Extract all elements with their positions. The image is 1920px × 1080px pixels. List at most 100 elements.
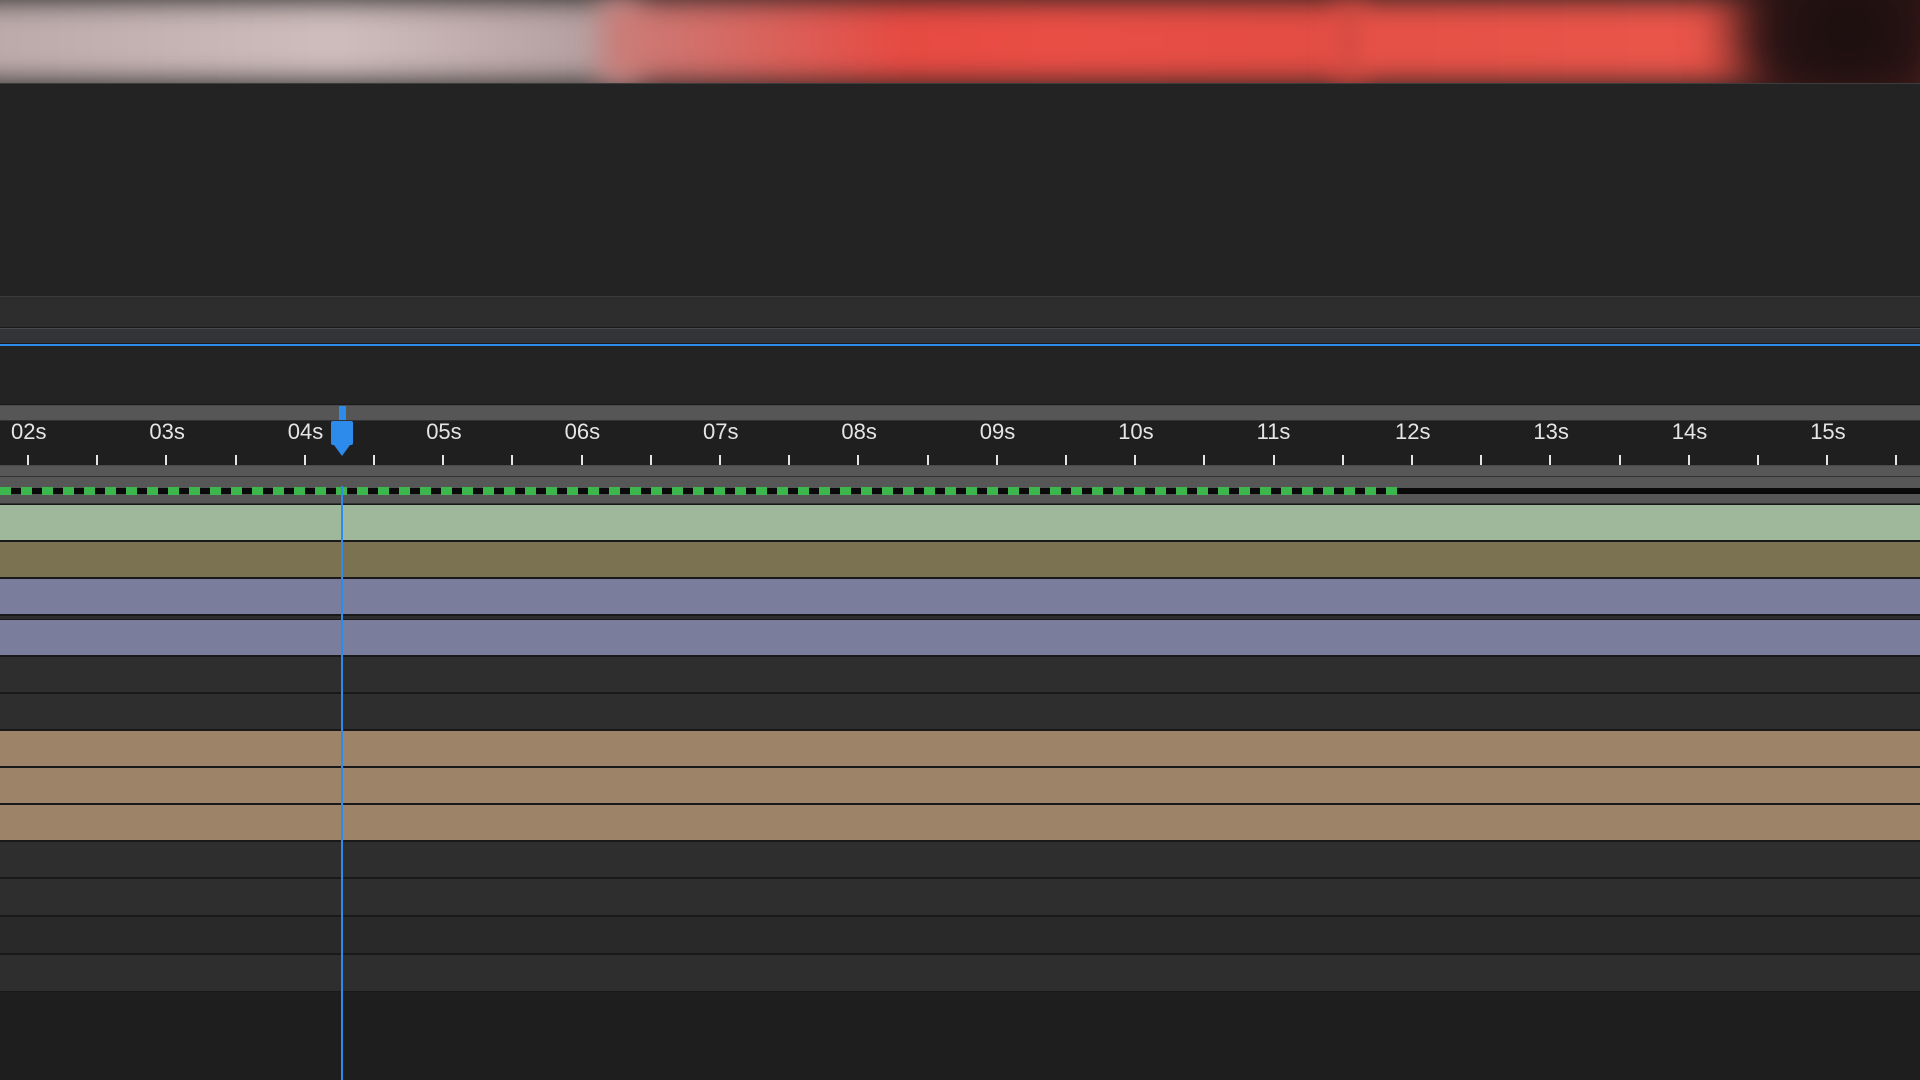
- ruler-subtick: [1895, 455, 1897, 465]
- ruler-subtick: [1757, 455, 1759, 465]
- preview-blur-segment: [0, 0, 640, 83]
- ruler-tick-label: 11s: [1257, 419, 1291, 444]
- ruler-tick: 12s: [1395, 421, 1430, 465]
- ruler-tick: 11s: [1257, 421, 1291, 465]
- cache-frame-dash: [1050, 487, 1061, 495]
- track-row[interactable]: [0, 916, 1920, 954]
- ruler-body[interactable]: 02s03s04s05s06s07s08s09s10s11s12s13s14s1…: [0, 421, 1920, 466]
- work-area-bar[interactable]: [0, 344, 1920, 405]
- ruler-tick-label: 12s: [1395, 419, 1430, 444]
- cache-frame-dash: [1113, 487, 1124, 495]
- cache-frame-dash: [777, 487, 788, 495]
- cache-frame-dash: [504, 487, 515, 495]
- track-row[interactable]: [0, 730, 1920, 767]
- cache-frame-dash: [672, 487, 683, 495]
- playhead-line[interactable]: [341, 486, 343, 1080]
- ruler-tick: 07s: [703, 421, 738, 465]
- cache-frame-dash: [1197, 487, 1208, 495]
- cache-frame-dash: [210, 487, 221, 495]
- cache-frame-dash: [1302, 487, 1313, 495]
- timeline: [0, 328, 1920, 405]
- track-row[interactable]: [0, 693, 1920, 730]
- cache-frame-dash: [357, 487, 368, 495]
- cache-frame-dash: [441, 487, 452, 495]
- cache-band: [0, 488, 1920, 494]
- ruler-subtick: [235, 455, 237, 465]
- render-cache-indicator: [0, 476, 1920, 504]
- cache-frame-dash: [819, 487, 830, 495]
- cache-frame-dash: [231, 487, 242, 495]
- ruler-subtick: [650, 455, 652, 465]
- cache-frame-dash: [840, 487, 851, 495]
- cache-frame-dash: [462, 487, 473, 495]
- ruler-subtick: [511, 455, 513, 465]
- playhead-handle[interactable]: [331, 421, 353, 445]
- cache-frame-dash: [1239, 487, 1250, 495]
- playhead-stub-icon: [339, 406, 346, 420]
- track-row[interactable]: [0, 841, 1920, 878]
- cache-frame-dash: [1365, 487, 1376, 495]
- track-row[interactable]: [0, 619, 1920, 656]
- track-row[interactable]: [0, 804, 1920, 841]
- ruler-tick-label: 06s: [565, 419, 600, 444]
- cache-frame-dash: [147, 487, 158, 495]
- cache-frame-dash: [1281, 487, 1292, 495]
- cache-frame-dash: [588, 487, 599, 495]
- ruler-subtick: [373, 455, 375, 465]
- track-row[interactable]: [0, 656, 1920, 693]
- cache-frame-dash: [21, 487, 32, 495]
- ruler-tick: 08s: [841, 421, 876, 465]
- ruler-subtick: [96, 455, 98, 465]
- track-row[interactable]: [0, 541, 1920, 578]
- cache-frame-dash: [924, 487, 935, 495]
- cache-frame-dash: [1029, 487, 1040, 495]
- ruler-tick-label: 14s: [1672, 419, 1707, 444]
- cache-frame-dash: [1008, 487, 1019, 495]
- ruler-subtick: [1203, 455, 1205, 465]
- cache-frame-dash: [105, 487, 116, 495]
- cache-frame-dash: [1344, 487, 1355, 495]
- cache-frame-dash: [1134, 487, 1145, 495]
- time-ruler[interactable]: 02s03s04s05s06s07s08s09s10s11s12s13s14s1…: [0, 405, 1920, 476]
- cache-frame-dash: [399, 487, 410, 495]
- ruler-subtick: [1065, 455, 1067, 465]
- preview-blur-segment: [600, 0, 1360, 83]
- timeline-tracks[interactable]: [0, 504, 1920, 992]
- track-row[interactable]: [0, 578, 1920, 615]
- cache-frame-dash: [714, 487, 725, 495]
- ruler-tick-label: 05s: [426, 419, 461, 444]
- cache-frame-dash: [1260, 487, 1271, 495]
- ruler-tick-label: 10s: [1118, 419, 1153, 444]
- cache-frame-dash: [882, 487, 893, 495]
- ruler-tick-label: 07s: [703, 419, 738, 444]
- cache-frame-dash: [945, 487, 956, 495]
- ruler-tick-label: 15s: [1810, 419, 1845, 444]
- ruler-subtick: [1342, 455, 1344, 465]
- cache-frame-dash: [294, 487, 305, 495]
- cache-frame-dash: [567, 487, 578, 495]
- cache-frame-dash: [609, 487, 620, 495]
- preview-thumbnail-strip: [0, 0, 1920, 83]
- ruler-subtick: [1619, 455, 1621, 465]
- cache-frame-dash: [483, 487, 494, 495]
- cache-frame-dash: [1218, 487, 1229, 495]
- cache-frame-dash: [1323, 487, 1334, 495]
- track-row[interactable]: [0, 504, 1920, 541]
- ruler-tick-label: 13s: [1533, 419, 1568, 444]
- cache-frame-dash: [378, 487, 389, 495]
- cache-frame-dash: [84, 487, 95, 495]
- panel-band: [0, 296, 1920, 328]
- cache-frame-dash: [1176, 487, 1187, 495]
- cache-frame-dash: [1071, 487, 1082, 495]
- ruler-tick: 05s: [426, 421, 461, 465]
- track-row[interactable]: [0, 954, 1920, 992]
- cache-frame-dash: [651, 487, 662, 495]
- cache-frame-dash: [1092, 487, 1103, 495]
- ruler-tick: 09s: [980, 421, 1015, 465]
- track-row[interactable]: [0, 878, 1920, 916]
- ruler-subtick: [1480, 455, 1482, 465]
- timeline-top-divider: [0, 328, 1920, 344]
- cache-frame-dash: [987, 487, 998, 495]
- cache-frame-dash: [735, 487, 746, 495]
- track-row[interactable]: [0, 767, 1920, 804]
